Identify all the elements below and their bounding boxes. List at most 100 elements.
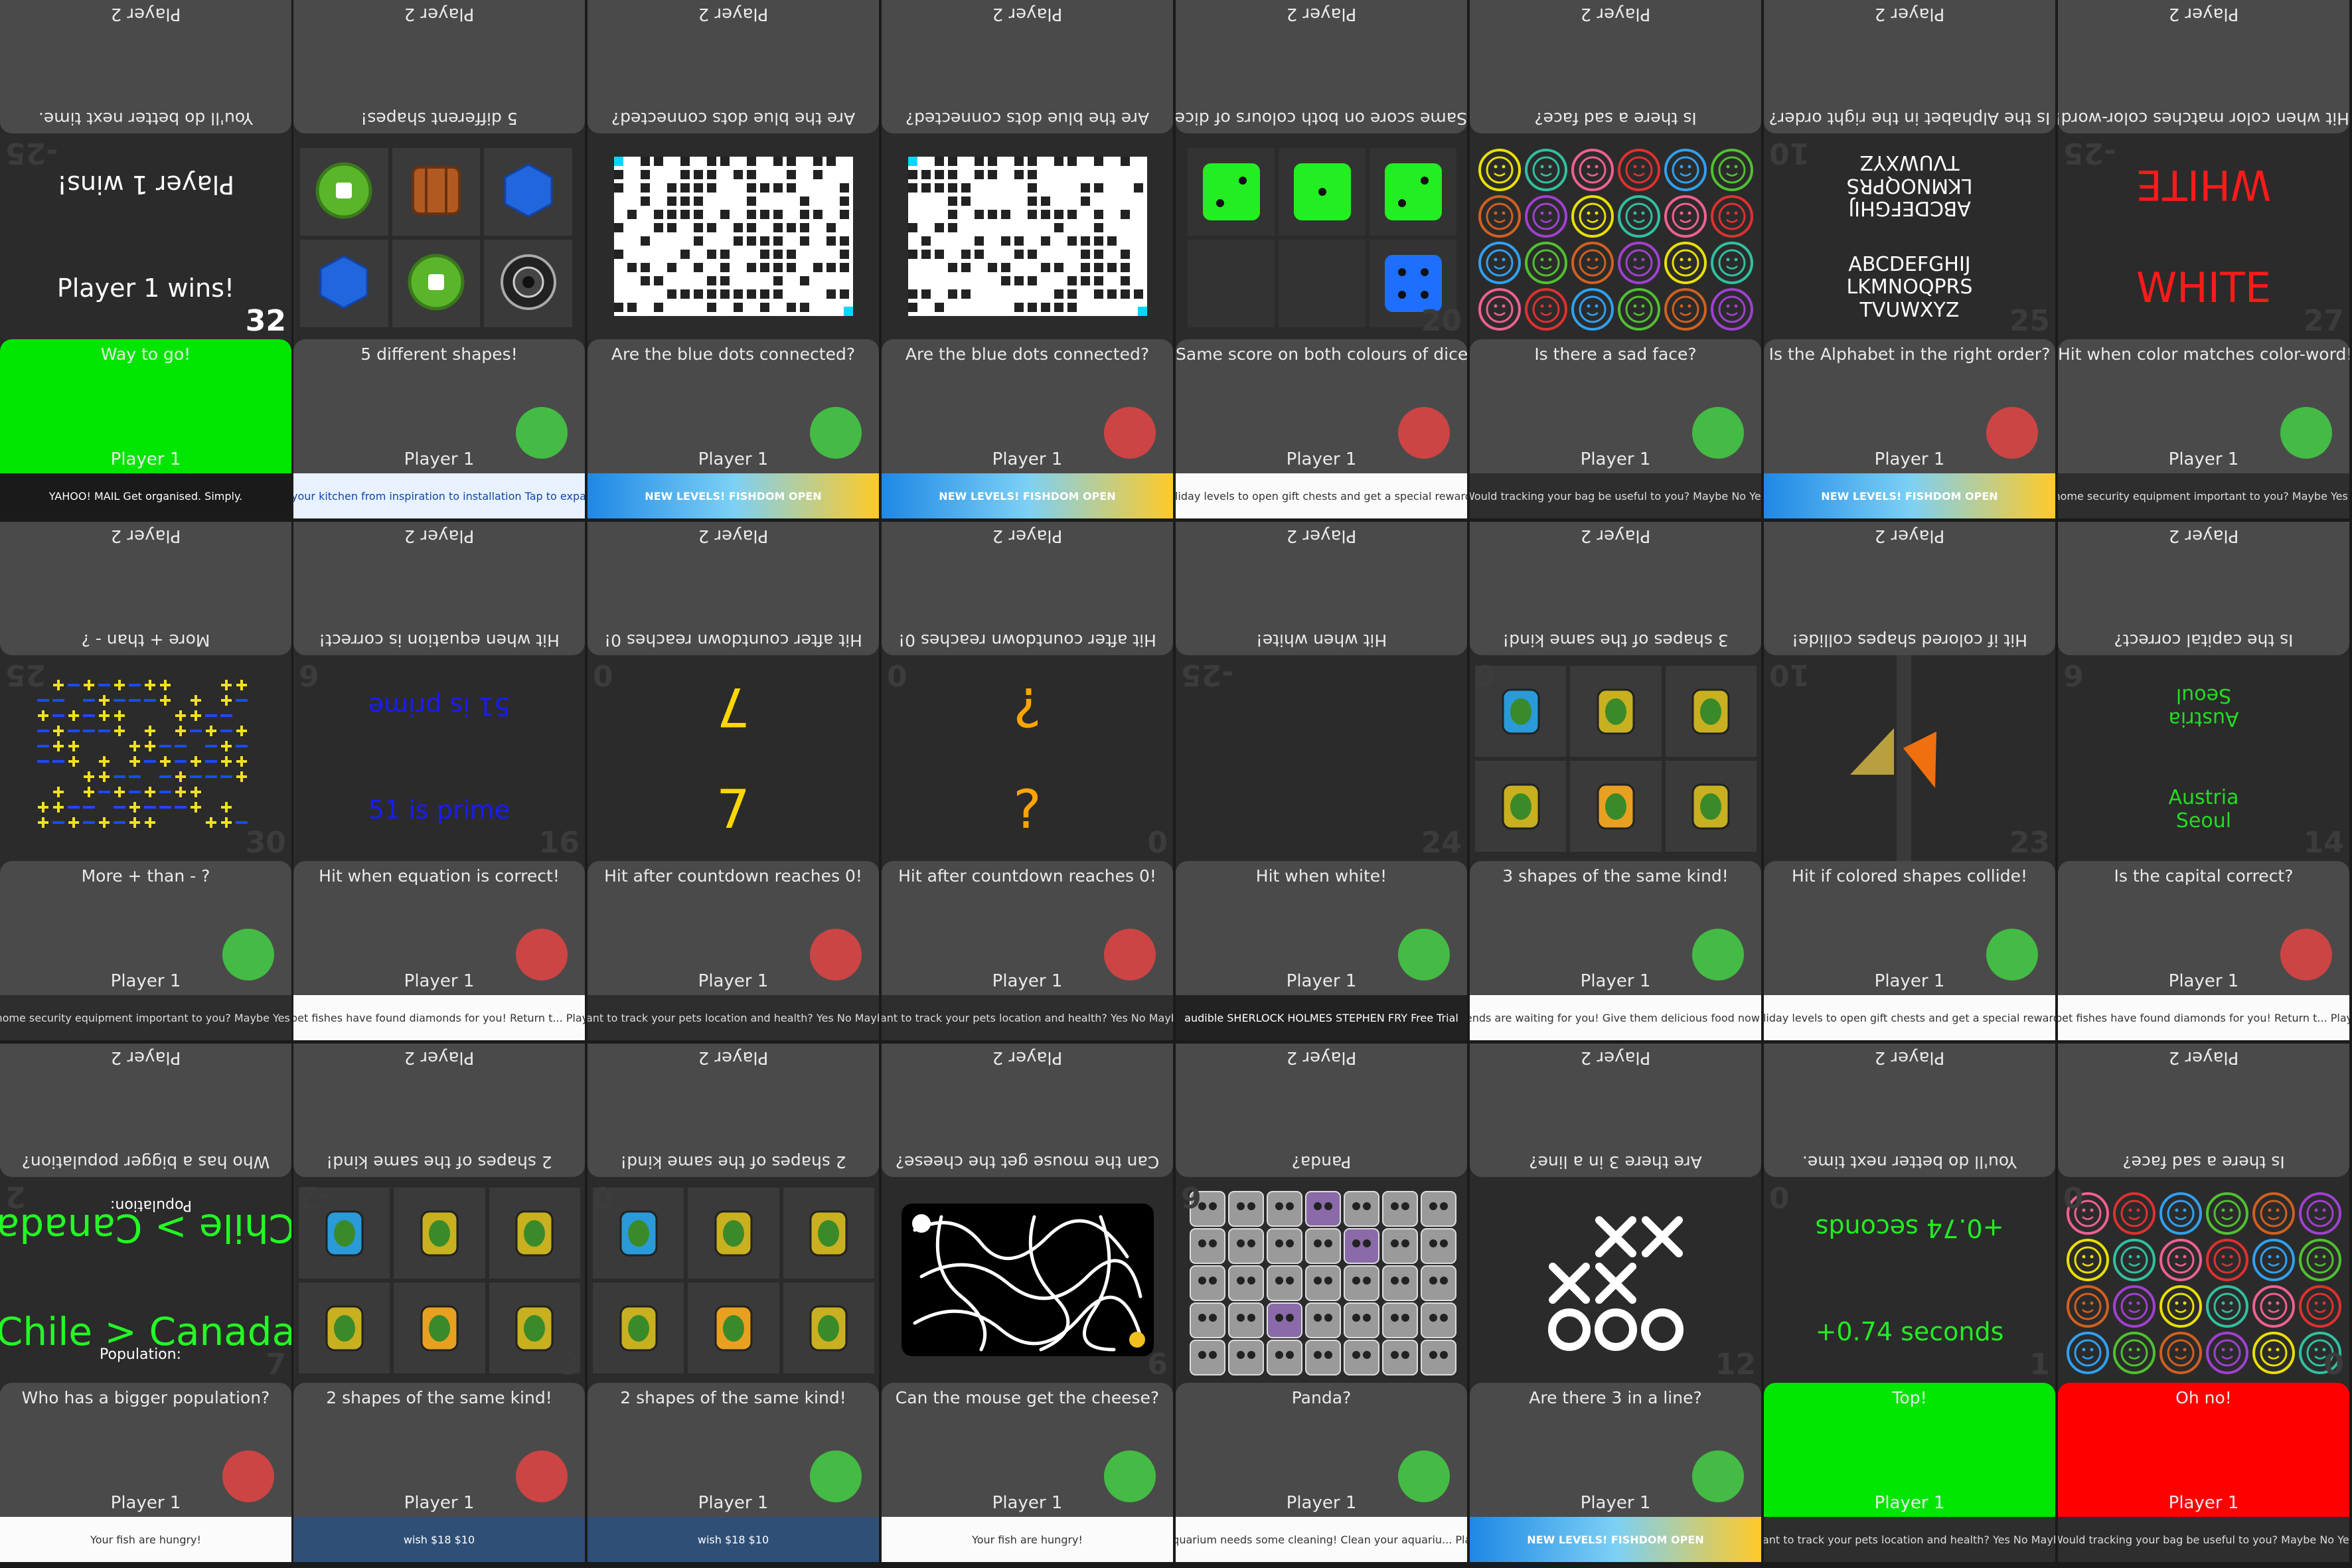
- ad-banner[interactable]: Your fish are hungry!: [0, 1517, 291, 1562]
- ad-banner[interactable]: Beat a chain of holiday levels to open g…: [1764, 995, 2055, 1040]
- player-2-area[interactable]: Is the Alphabet in the right order? Playe…: [1764, 0, 2055, 133]
- challenge-area: [293, 133, 585, 339]
- player-2-area[interactable]: Hit when equation is correct! Player 2: [293, 522, 585, 655]
- green-answer-button[interactable]: [1692, 929, 1744, 980]
- player-1-area[interactable]: Can the mouse get the cheese? Player 1: [882, 1383, 1173, 1517]
- ad-banner[interactable]: Would tracking your bag be useful to you…: [1470, 473, 1761, 518]
- red-answer-button[interactable]: [1986, 407, 2038, 459]
- ad-banner[interactable]: wish $18 $10: [588, 1517, 879, 1562]
- player-1-area[interactable]: Are the blue dots connected? Player 1: [588, 339, 879, 473]
- player-2-area[interactable]: Are the blue dots connected? Player 2: [588, 0, 879, 133]
- player-1-area[interactable]: Hit after countdown reaches 0! Player 1: [882, 861, 1173, 995]
- ad-banner[interactable]: wish $18 $10: [293, 1517, 585, 1562]
- player-1-area[interactable]: 3 shapes of the same kind! Player 1: [1470, 861, 1761, 995]
- player-1-area[interactable]: Panda? Player 1: [1176, 1383, 1467, 1517]
- player-1-prompt: Can the mouse get the cheese?: [895, 1388, 1160, 1407]
- green-answer-button[interactable]: [2280, 407, 2332, 459]
- ad-banner[interactable]: YAHOO! MAIL Get organised. Simply.: [0, 473, 291, 518]
- player-1-area[interactable]: Hit when white! Player 1: [1176, 861, 1467, 995]
- player-1-area[interactable]: Hit when equation is correct! Player 1: [293, 861, 585, 995]
- player-2-area[interactable]: Panda? Player 2: [1176, 1044, 1467, 1177]
- player-1-area[interactable]: Way to go! Player 1: [0, 339, 291, 473]
- player-1-area[interactable]: Same score on both colours of dice? Playe…: [1176, 339, 1467, 473]
- player-1-area[interactable]: Are the blue dots connected? Player 1: [882, 339, 1173, 473]
- player-1-area[interactable]: Oh no! Player 1: [2058, 1383, 2349, 1517]
- player-1-area[interactable]: Hit if colored shapes collide! Player 1: [1764, 861, 2055, 995]
- shape-grid: [300, 148, 572, 327]
- green-answer-button[interactable]: [1398, 929, 1450, 980]
- ad-banner[interactable]: Your finned friends are waiting for you!…: [1470, 995, 1761, 1040]
- ad-text: NEW LEVELS! FISHDOM OPEN: [1764, 473, 2055, 518]
- player-2-area[interactable]: Hit if colored shapes collide! Player 2: [1764, 522, 2055, 655]
- player-1-area[interactable]: Is there a sad face? Player 1: [1470, 339, 1761, 473]
- player-2-area[interactable]: 3 shapes of the same kind! Player 2: [1470, 522, 1761, 655]
- red-answer-button[interactable]: [516, 1450, 568, 1502]
- player-1-area[interactable]: Who has a bigger population? Player 1: [0, 1383, 291, 1517]
- red-answer-button[interactable]: [810, 929, 862, 980]
- player-2-label: Player 2: [404, 1048, 475, 1067]
- player-1-area[interactable]: Hit after countdown reaches 0! Player 1: [588, 861, 879, 995]
- player-1-area[interactable]: Is the capital correct? Player 1: [2058, 861, 2349, 995]
- player-2-area[interactable]: More + than - ? Player 2: [0, 522, 291, 655]
- ad-banner[interactable]: NEW LEVELS! FISHDOM OPEN: [588, 473, 879, 518]
- ad-banner[interactable]: Your pet fishes have found diamonds for …: [2058, 995, 2349, 1040]
- green-answer-button[interactable]: [810, 1450, 862, 1502]
- player-1-area[interactable]: 5 different shapes! Player 1: [293, 339, 585, 473]
- red-answer-button[interactable]: [1104, 929, 1156, 980]
- ad-banner[interactable]: Is home security equipment important to …: [0, 995, 291, 1040]
- player-2-area[interactable]: 2 shapes of the same kind! Player 2: [293, 1044, 585, 1177]
- player-2-area[interactable]: 5 different shapes! Player 2: [293, 0, 585, 133]
- player-2-area[interactable]: Can the mouse get the cheese? Player 2: [882, 1044, 1173, 1177]
- player-2-prompt: Can the mouse get the cheese?: [895, 1152, 1160, 1172]
- ad-banner[interactable]: Your pet fishes have found diamonds for …: [293, 995, 585, 1040]
- green-answer-button[interactable]: [1692, 407, 1744, 459]
- player-2-area[interactable]: You'll do better next time. Player 2: [1764, 1044, 2055, 1177]
- green-answer-button[interactable]: [1104, 1450, 1156, 1502]
- player-1-area[interactable]: 2 shapes of the same kind! Player 1: [293, 1383, 585, 1517]
- red-answer-button[interactable]: [2280, 929, 2332, 980]
- ad-banner[interactable]: NEW LEVELS! FISHDOM OPEN: [882, 473, 1173, 518]
- player-1-area[interactable]: Is the Alphabet in the right order? Playe…: [1764, 339, 2055, 473]
- red-answer-button[interactable]: [516, 929, 568, 980]
- red-answer-button[interactable]: [222, 1450, 274, 1502]
- player-1-area[interactable]: 2 shapes of the same kind! Player 1: [588, 1383, 879, 1517]
- ad-banner[interactable]: Is home security equipment important to …: [2058, 473, 2349, 518]
- green-button-shape: [314, 161, 374, 223]
- player-2-area[interactable]: Is there a sad face? Player 2: [2058, 1044, 2349, 1177]
- ad-banner[interactable]: Want to track your pets location and hea…: [1764, 1517, 2055, 1562]
- player-2-area[interactable]: Hit when white! Player 2: [1176, 522, 1467, 655]
- green-answer-button[interactable]: [1398, 1450, 1450, 1502]
- player-2-area[interactable]: Is there a sad face? Player 2: [1470, 0, 1761, 133]
- ad-banner[interactable]: Want to track your pets location and hea…: [882, 995, 1173, 1040]
- player-2-area[interactable]: You'll do better next time. Player 2: [0, 0, 291, 133]
- ad-banner[interactable]: NEW LEVELS! FISHDOM OPEN: [1470, 1517, 1761, 1562]
- player-2-area[interactable]: Hit after countdown reaches 0! Player 2: [588, 522, 879, 655]
- player-1-area[interactable]: Top! Player 1: [1764, 1383, 2055, 1517]
- green-answer-button[interactable]: [810, 407, 862, 459]
- player-2-area[interactable]: Are the blue dots connected? Player 2: [882, 0, 1173, 133]
- ad-banner[interactable]: NEW LEVELS! FISHDOM OPEN: [1764, 473, 2055, 518]
- red-answer-button[interactable]: [1398, 407, 1450, 459]
- player-1-area[interactable]: More + than - ? Player 1: [0, 861, 291, 995]
- player-2-area[interactable]: Same score on both colours of dice? Playe…: [1176, 0, 1467, 133]
- green-answer-button[interactable]: [516, 407, 568, 459]
- ad-banner[interactable]: Want to track your pets location and hea…: [588, 995, 879, 1040]
- ad-banner[interactable]: Design your kitchen from inspiration to …: [293, 473, 585, 518]
- ad-banner[interactable]: audible SHERLOCK HOLMES STEPHEN FRY Free…: [1176, 995, 1467, 1040]
- green-answer-button[interactable]: [1986, 929, 2038, 980]
- player-1-area[interactable]: Hit when color matches color-word! Player…: [2058, 339, 2349, 473]
- player-2-area[interactable]: 2 shapes of the same kind! Player 2: [588, 1044, 879, 1177]
- red-answer-button[interactable]: [1104, 407, 1156, 459]
- player-2-area[interactable]: Are there 3 in a line? Player 2: [1470, 1044, 1761, 1177]
- green-answer-button[interactable]: [222, 929, 274, 980]
- player-2-area[interactable]: Who has a bigger population? Player 2: [0, 1044, 291, 1177]
- ad-banner[interactable]: Would tracking your bag be useful to you…: [2058, 1517, 2349, 1562]
- ad-banner[interactable]: Your aquarium needs some cleaning! Clean…: [1176, 1517, 1467, 1562]
- player-2-area[interactable]: Is the capital correct? Player 2: [2058, 522, 2349, 655]
- player-2-area[interactable]: Hit when color matches color-word! Player…: [2058, 0, 2349, 133]
- ad-banner[interactable]: Your fish are hungry!: [882, 1517, 1173, 1562]
- player-1-area[interactable]: Are there 3 in a line? Player 1: [1470, 1383, 1761, 1517]
- ad-banner[interactable]: Beat a chain of holiday levels to open g…: [1176, 473, 1467, 518]
- green-answer-button[interactable]: [1692, 1450, 1744, 1502]
- player-2-area[interactable]: Hit after countdown reaches 0! Player 2: [882, 522, 1173, 655]
